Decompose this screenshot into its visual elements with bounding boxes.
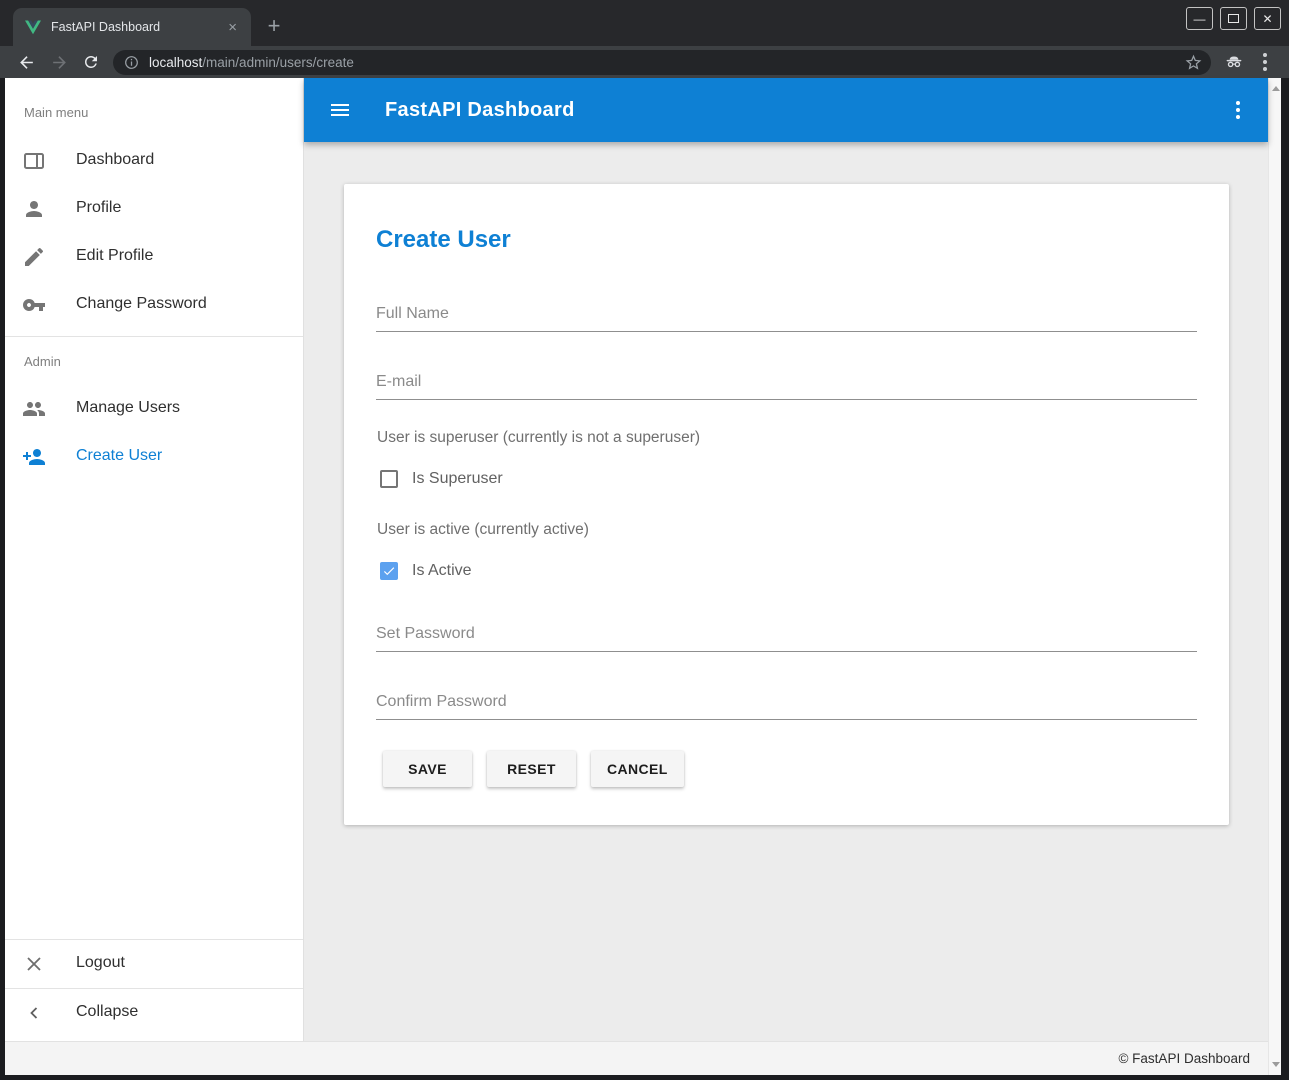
url-text: localhost/main/admin/users/create — [149, 55, 1184, 70]
scroll-up-arrow[interactable] — [1272, 86, 1280, 91]
email-input[interactable] — [376, 364, 1197, 400]
active-hint: User is active (currently active) — [377, 521, 589, 539]
checkbox-box — [380, 470, 398, 488]
appbar-title: FastAPI Dashboard — [385, 99, 575, 122]
full-name-input[interactable] — [376, 296, 1197, 332]
maximize-icon — [1228, 14, 1239, 23]
checkbox-label: Is Superuser — [412, 470, 503, 488]
set-password-input[interactable] — [376, 616, 1197, 652]
person-add-icon — [22, 445, 46, 469]
sidebar-item-manage-users[interactable]: Manage Users — [5, 385, 303, 433]
browser-window: FastAPI Dashboard × + — ✕ localhost/main… — [0, 0, 1289, 1080]
sidebar-item-dashboard[interactable]: Dashboard — [5, 137, 303, 185]
checkbox-box — [380, 562, 398, 580]
reset-button[interactable]: RESET — [487, 751, 576, 787]
sidebar-item-profile[interactable]: Profile — [5, 185, 303, 233]
copyright-text: © FastAPI Dashboard — [1118, 1051, 1250, 1066]
new-tab-button[interactable]: + — [260, 12, 288, 40]
tab-strip: FastAPI Dashboard × + — ✕ — [0, 0, 1289, 46]
is-active-checkbox[interactable]: Is Active — [380, 561, 472, 581]
email-field — [376, 364, 1197, 400]
tab-title: FastAPI Dashboard — [51, 20, 224, 34]
full-name-field — [376, 296, 1197, 332]
page-title: Create User — [376, 226, 511, 254]
confirm-password-input[interactable] — [376, 684, 1197, 720]
forward-button[interactable] — [47, 50, 71, 74]
hamburger-menu-icon[interactable] — [328, 98, 352, 122]
maximize-button[interactable] — [1220, 7, 1247, 30]
minimize-button[interactable]: — — [1186, 7, 1213, 30]
page-viewport: Main menu Dashboard Profile Edit Profile — [5, 78, 1281, 1075]
dashboard-icon — [22, 149, 46, 173]
close-window-button[interactable]: ✕ — [1254, 7, 1281, 30]
tab-close-icon[interactable]: × — [224, 18, 241, 37]
sidebar-section-admin: Admin — [24, 354, 61, 369]
chevron-left-icon — [22, 1001, 46, 1025]
browser-tab[interactable]: FastAPI Dashboard × — [13, 8, 251, 46]
appbar-kebab-icon[interactable] — [1230, 95, 1246, 125]
cancel-button[interactable]: CANCEL — [591, 751, 684, 787]
save-button[interactable]: SAVE — [383, 751, 472, 787]
people-icon — [22, 397, 46, 421]
app-bar: FastAPI Dashboard — [304, 78, 1268, 142]
form-buttons: SAVE RESET CANCEL — [383, 751, 684, 787]
pencil-icon — [22, 245, 46, 269]
incognito-icon — [1223, 51, 1245, 73]
page-info-icon[interactable] — [123, 54, 140, 71]
address-bar[interactable]: localhost/main/admin/users/create — [113, 50, 1211, 75]
page-footer: © FastAPI Dashboard — [5, 1041, 1268, 1075]
bookmark-star-icon[interactable] — [1184, 53, 1203, 72]
scroll-down-arrow[interactable] — [1272, 1062, 1280, 1067]
vue-favicon — [25, 20, 41, 35]
url-host: localhost — [149, 55, 202, 70]
back-button[interactable] — [14, 50, 38, 74]
browser-toolbar: localhost/main/admin/users/create — [0, 46, 1289, 78]
page-scrollbar[interactable] — [1268, 78, 1281, 1075]
sidebar-item-edit-profile[interactable]: Edit Profile — [5, 233, 303, 281]
url-path: /main/admin/users/create — [202, 55, 354, 70]
reload-button[interactable] — [79, 50, 103, 74]
sidebar-section-main-menu: Main menu — [24, 105, 88, 120]
key-icon — [22, 293, 46, 317]
sidebar-item-logout[interactable]: Logout — [5, 940, 303, 988]
sidebar-item-collapse[interactable]: Collapse — [5, 989, 303, 1037]
sidebar-divider — [5, 336, 303, 337]
check-icon — [382, 564, 396, 578]
browser-menu-kebab-icon[interactable] — [1263, 53, 1267, 71]
person-icon — [22, 197, 46, 221]
checkbox-label: Is Active — [412, 562, 472, 580]
close-x-icon — [22, 952, 46, 976]
window-controls: — ✕ — [1186, 7, 1281, 30]
is-superuser-checkbox[interactable]: Is Superuser — [380, 469, 503, 489]
toolbar-right — [1223, 51, 1267, 73]
create-user-card: Create User User is superuser (currently… — [344, 184, 1229, 825]
sidebar: Main menu Dashboard Profile Edit Profile — [5, 78, 304, 1041]
set-password-field — [376, 616, 1197, 652]
sidebar-item-change-password[interactable]: Change Password — [5, 281, 303, 329]
confirm-password-field — [376, 684, 1197, 720]
superuser-hint: User is superuser (currently is not a su… — [377, 429, 700, 447]
sidebar-item-create-user[interactable]: Create User — [5, 433, 303, 481]
